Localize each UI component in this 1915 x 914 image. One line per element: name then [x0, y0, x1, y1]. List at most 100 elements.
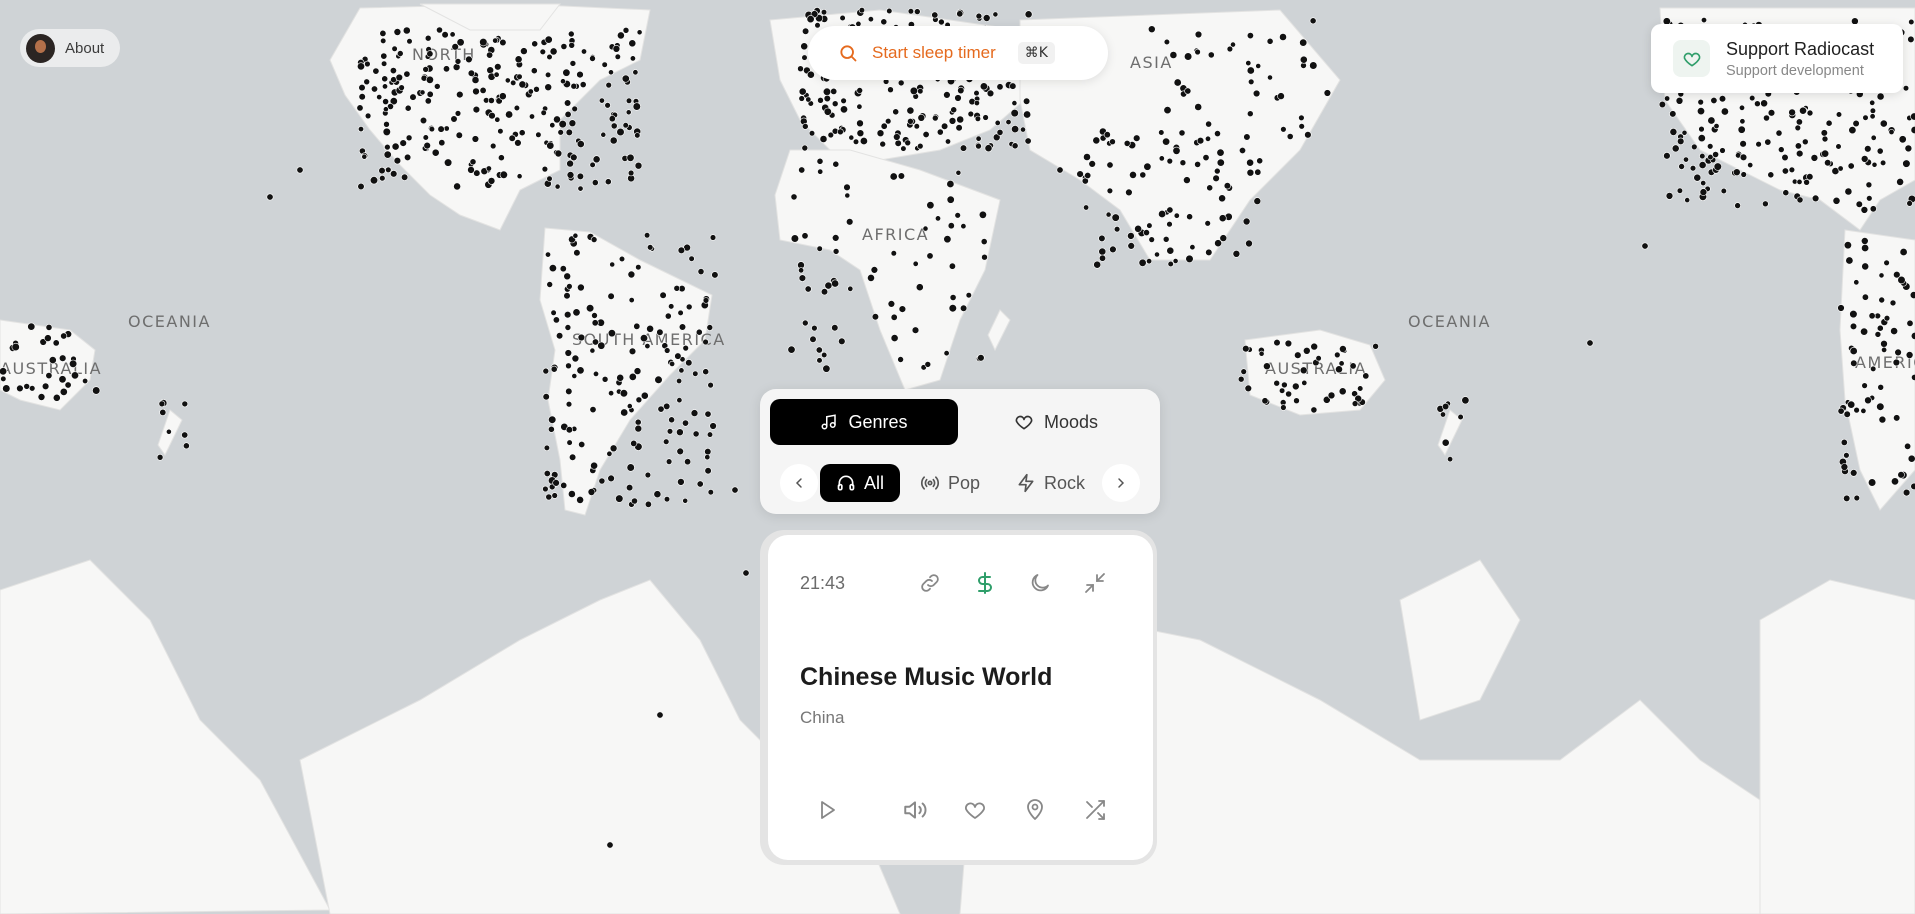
station-marker[interactable]	[1357, 385, 1364, 392]
station-marker[interactable]	[405, 134, 413, 142]
station-marker[interactable]	[1747, 162, 1754, 169]
station-marker[interactable]	[384, 143, 391, 151]
station-marker[interactable]	[664, 312, 672, 320]
station-marker[interactable]	[1907, 454, 1915, 463]
station-marker[interactable]	[1103, 131, 1111, 139]
station-marker[interactable]	[678, 323, 687, 331]
station-marker[interactable]	[1824, 159, 1832, 167]
station-marker[interactable]	[790, 193, 798, 201]
station-marker[interactable]	[592, 370, 599, 377]
station-marker[interactable]	[1098, 234, 1106, 242]
station-marker[interactable]	[960, 223, 967, 230]
station-marker[interactable]	[1106, 161, 1114, 169]
station-marker[interactable]	[565, 401, 573, 408]
station-marker[interactable]	[975, 12, 983, 20]
station-marker[interactable]	[1820, 129, 1828, 137]
station-marker[interactable]	[967, 110, 974, 118]
station-marker[interactable]	[1837, 407, 1845, 415]
station-marker[interactable]	[576, 366, 585, 375]
station-marker[interactable]	[913, 123, 920, 130]
station-marker[interactable]	[1292, 382, 1300, 391]
station-marker[interactable]	[808, 130, 816, 137]
station-marker[interactable]	[1878, 272, 1885, 279]
station-marker[interactable]	[1134, 224, 1142, 233]
station-marker[interactable]	[631, 497, 638, 505]
station-marker[interactable]	[1242, 345, 1250, 353]
station-marker[interactable]	[1840, 438, 1848, 446]
station-marker[interactable]	[1148, 236, 1155, 243]
station-marker[interactable]	[1749, 94, 1756, 102]
station-marker[interactable]	[404, 153, 412, 161]
station-marker[interactable]	[604, 178, 612, 186]
station-marker[interactable]	[589, 406, 597, 414]
station-marker[interactable]	[1186, 213, 1193, 221]
station-marker[interactable]	[947, 222, 955, 230]
station-marker[interactable]	[1127, 232, 1135, 240]
station-marker[interactable]	[550, 365, 558, 373]
station-marker[interactable]	[467, 166, 475, 174]
station-marker[interactable]	[816, 357, 823, 364]
station-marker[interactable]	[591, 338, 599, 346]
station-marker[interactable]	[697, 268, 705, 275]
station-marker[interactable]	[577, 185, 584, 192]
station-marker[interactable]	[570, 82, 578, 90]
station-marker[interactable]	[1194, 160, 1201, 168]
station-marker[interactable]	[487, 177, 496, 185]
station-marker[interactable]	[628, 39, 637, 48]
station-marker[interactable]	[1076, 170, 1084, 178]
station-marker[interactable]	[1853, 494, 1861, 502]
station-marker[interactable]	[548, 415, 557, 424]
station-marker[interactable]	[488, 111, 496, 120]
station-marker[interactable]	[892, 108, 900, 116]
station-marker[interactable]	[867, 273, 875, 282]
station-marker[interactable]	[504, 77, 511, 84]
station-marker[interactable]	[1158, 129, 1165, 136]
chip-all[interactable]: All	[820, 464, 901, 502]
station-marker[interactable]	[393, 157, 402, 165]
station-marker[interactable]	[395, 73, 403, 82]
station-marker[interactable]	[1245, 239, 1253, 248]
station-marker[interactable]	[1877, 383, 1884, 391]
station-marker[interactable]	[663, 496, 671, 503]
station-marker[interactable]	[798, 87, 807, 96]
station-marker[interactable]	[1129, 170, 1137, 179]
station-marker[interactable]	[385, 166, 392, 174]
station-marker[interactable]	[1183, 52, 1193, 61]
station-marker[interactable]	[1088, 160, 1096, 168]
station-marker[interactable]	[356, 104, 364, 112]
station-marker[interactable]	[1338, 360, 1345, 367]
station-marker[interactable]	[1794, 142, 1802, 150]
station-marker[interactable]	[704, 454, 711, 461]
station-marker[interactable]	[913, 8, 921, 15]
station-marker[interactable]	[562, 68, 571, 77]
station-marker[interactable]	[692, 370, 699, 377]
station-marker[interactable]	[806, 15, 815, 24]
station-marker[interactable]	[608, 390, 615, 397]
station-marker[interactable]	[959, 144, 968, 152]
station-marker[interactable]	[1843, 452, 1850, 459]
station-marker[interactable]	[804, 285, 812, 293]
station-marker[interactable]	[1880, 339, 1888, 348]
station-marker[interactable]	[1309, 17, 1317, 25]
station-marker[interactable]	[1299, 38, 1308, 47]
station-marker[interactable]	[959, 304, 968, 312]
station-marker[interactable]	[406, 38, 413, 45]
station-marker[interactable]	[454, 58, 462, 65]
station-marker[interactable]	[1860, 155, 1869, 163]
station-marker[interactable]	[1244, 384, 1253, 393]
station-marker[interactable]	[564, 324, 572, 331]
station-marker[interactable]	[27, 322, 36, 331]
station-marker[interactable]	[996, 83, 1004, 91]
station-marker[interactable]	[471, 135, 480, 143]
scroll-right-button[interactable]	[1102, 464, 1140, 502]
station-marker[interactable]	[816, 245, 823, 252]
station-marker[interactable]	[1024, 10, 1033, 19]
station-marker[interactable]	[1196, 137, 1205, 145]
station-marker[interactable]	[955, 124, 963, 132]
station-marker[interactable]	[1258, 350, 1265, 357]
station-marker[interactable]	[629, 55, 636, 62]
station-marker[interactable]	[607, 329, 616, 338]
station-marker[interactable]	[1883, 315, 1891, 322]
station-marker[interactable]	[1173, 78, 1182, 87]
station-marker[interactable]	[1166, 246, 1175, 255]
